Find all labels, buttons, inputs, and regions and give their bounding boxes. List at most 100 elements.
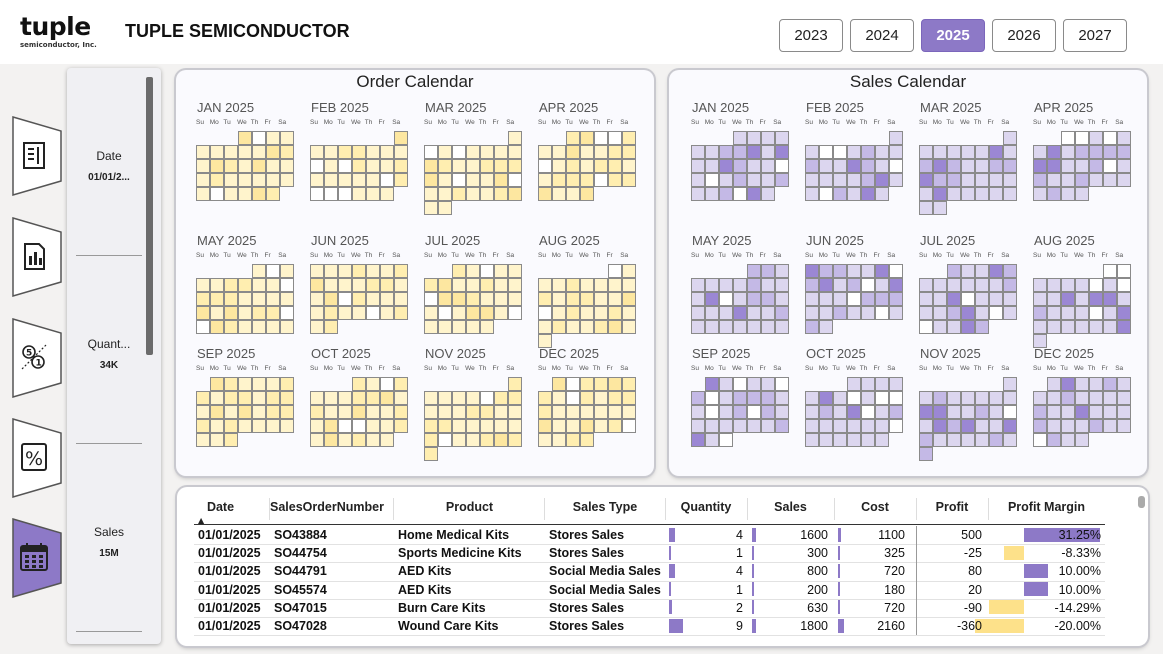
sales-day-cell[interactable] [1047,320,1061,334]
sales-day-cell[interactable] [989,187,1003,201]
order-day-cell[interactable] [580,320,594,334]
order-day-cell[interactable] [438,173,452,187]
sales-day-cell[interactable] [1033,320,1047,334]
order-day-cell[interactable] [196,320,210,334]
sales-day-cell[interactable] [747,377,761,391]
order-day-cell[interactable] [538,292,552,306]
sales-day-cell[interactable] [875,419,889,433]
order-day-cell[interactable] [224,173,238,187]
order-day-cell[interactable] [494,173,508,187]
sales-day-cell[interactable] [947,306,961,320]
order-day-cell[interactable] [266,320,280,334]
order-day-cell[interactable] [238,405,252,419]
sales-day-cell[interactable] [733,377,747,391]
order-day-cell[interactable] [552,419,566,433]
order-day-cell[interactable] [480,278,494,292]
order-day-cell[interactable] [380,278,394,292]
sales-day-cell[interactable] [747,306,761,320]
order-day-cell[interactable] [594,306,608,320]
sales-day-cell[interactable] [947,278,961,292]
order-day-cell[interactable] [494,419,508,433]
sales-day-cell[interactable] [933,292,947,306]
sales-day-cell[interactable] [733,405,747,419]
sales-day-cell[interactable] [975,405,989,419]
order-day-cell[interactable] [196,405,210,419]
sales-day-cell[interactable] [761,278,775,292]
order-day-cell[interactable] [424,433,438,447]
sales-day-cell[interactable] [833,278,847,292]
sales-day-cell[interactable] [975,173,989,187]
order-day-cell[interactable] [394,278,408,292]
sales-day-cell[interactable] [989,173,1003,187]
order-day-cell[interactable] [366,405,380,419]
sales-day-cell[interactable] [747,391,761,405]
sales-day-cell[interactable] [875,391,889,405]
sales-day-cell[interactable] [1047,278,1061,292]
order-day-cell[interactable] [622,419,636,433]
sales-day-cell[interactable] [1117,405,1131,419]
sales-day-cell[interactable] [819,391,833,405]
sales-day-cell[interactable] [761,405,775,419]
order-day-cell[interactable] [494,292,508,306]
order-day-cell[interactable] [394,292,408,306]
sales-day-cell[interactable] [919,187,933,201]
sales-day-cell[interactable] [833,264,847,278]
order-day-cell[interactable] [566,159,580,173]
sales-day-cell[interactable] [889,306,903,320]
order-day-cell[interactable] [566,173,580,187]
sales-day-cell[interactable] [861,419,875,433]
order-day-cell[interactable] [566,131,580,145]
order-day-cell[interactable] [622,320,636,334]
order-day-cell[interactable] [224,320,238,334]
order-day-cell[interactable] [324,320,338,334]
order-day-cell[interactable] [452,306,466,320]
order-day-cell[interactable] [352,433,366,447]
order-day-cell[interactable] [552,433,566,447]
order-day-cell[interactable] [594,391,608,405]
order-day-cell[interactable] [366,264,380,278]
order-day-cell[interactable] [452,405,466,419]
order-day-cell[interactable] [580,433,594,447]
order-day-cell[interactable] [566,377,580,391]
order-day-cell[interactable] [266,187,280,201]
order-day-cell[interactable] [622,391,636,405]
sales-day-cell[interactable] [691,391,705,405]
order-day-cell[interactable] [566,278,580,292]
sales-day-cell[interactable] [1061,131,1075,145]
sales-day-cell[interactable] [691,433,705,447]
sales-day-cell[interactable] [961,391,975,405]
order-day-cell[interactable] [394,264,408,278]
sales-day-cell[interactable] [691,405,705,419]
order-day-cell[interactable] [196,292,210,306]
order-day-cell[interactable] [508,264,522,278]
sales-day-cell[interactable] [1003,173,1017,187]
sales-day-cell[interactable] [719,419,733,433]
sales-day-cell[interactable] [775,292,789,306]
sales-day-cell[interactable] [833,433,847,447]
order-day-cell[interactable] [608,159,622,173]
sales-day-cell[interactable] [747,264,761,278]
sales-day-cell[interactable] [847,391,861,405]
order-day-cell[interactable] [310,405,324,419]
nav-button-report-chart[interactable] [11,216,63,298]
sales-day-cell[interactable] [1075,278,1089,292]
order-day-cell[interactable] [210,292,224,306]
order-day-cell[interactable] [452,159,466,173]
order-day-cell[interactable] [252,391,266,405]
sales-day-cell[interactable] [933,187,947,201]
sales-day-cell[interactable] [961,264,975,278]
sales-day-cell[interactable] [691,187,705,201]
order-day-cell[interactable] [452,292,466,306]
sales-day-cell[interactable] [861,306,875,320]
sales-day-cell[interactable] [1089,159,1103,173]
order-day-cell[interactable] [280,159,294,173]
sales-day-cell[interactable] [861,391,875,405]
order-day-cell[interactable] [452,264,466,278]
order-day-cell[interactable] [238,187,252,201]
order-day-cell[interactable] [324,278,338,292]
column-header-quantity[interactable]: Quantity [665,500,747,520]
sales-day-cell[interactable] [1117,131,1131,145]
order-day-cell[interactable] [280,292,294,306]
sales-day-cell[interactable] [833,306,847,320]
sales-day-cell[interactable] [1117,377,1131,391]
